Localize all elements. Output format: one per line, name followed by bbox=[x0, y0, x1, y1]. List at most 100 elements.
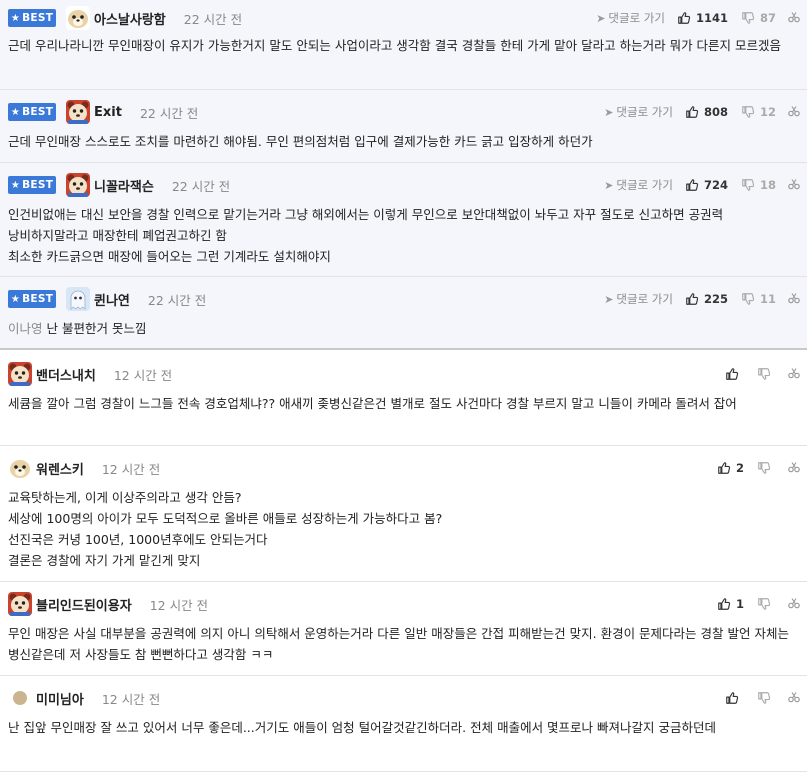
upvote-button[interactable] bbox=[725, 691, 744, 705]
avatar[interactable] bbox=[66, 6, 90, 30]
star-icon: ★ bbox=[10, 179, 21, 191]
reply-arrow-icon: ➤ bbox=[604, 178, 614, 192]
timestamp: 22 시간 전 bbox=[183, 11, 243, 27]
avatar[interactable] bbox=[8, 456, 32, 480]
nickname[interactable]: 밴더스내치 bbox=[36, 365, 96, 384]
comment-header: ★ BEST 아스날사랑함 22 시간 전 ➤ 댓글로 가기 1141 87 bbox=[8, 6, 800, 30]
best-comment: ★ BEST 퀸나연 22 시간 전 ➤ 댓글로 가기 225 11 이나영 난 불편… bbox=[0, 277, 807, 350]
avatar[interactable] bbox=[8, 686, 32, 710]
comment-header: ★ BEST Exit 22 시간 전 ➤ 댓글로 가기 808 12 bbox=[8, 100, 800, 124]
nickname[interactable]: 니꼴라잭슨 bbox=[94, 176, 154, 195]
upvote-button[interactable] bbox=[725, 367, 744, 381]
nickname[interactable]: 블리인드된이용자 bbox=[36, 595, 132, 614]
comment-text-line: 무인 매장은 사실 대부분을 공권력에 의지 아니 의탁해서 운영하는거라 다른… bbox=[8, 626, 789, 662]
best-badge: ★ BEST bbox=[8, 176, 56, 194]
reply-arrow-icon: ➤ bbox=[604, 292, 614, 306]
downvote-button[interactable] bbox=[757, 597, 776, 611]
downvote-button[interactable]: 11 bbox=[741, 292, 776, 306]
go-to-reply-button[interactable]: ➤ 댓글로 가기 bbox=[604, 291, 673, 307]
report-icon[interactable] bbox=[788, 597, 800, 612]
comment-text-line: 인건비없애는 대신 보안을 경찰 인력으로 맡기는거라 그냥 해외에서는 이렇게… bbox=[8, 207, 724, 243]
comment-body: 근데 무인매장 스스로도 조치를 마련하긴 해야됨. 무인 편의점처럼 입구에 … bbox=[8, 131, 800, 152]
downvote-button[interactable] bbox=[757, 691, 776, 705]
comment-actions bbox=[725, 688, 800, 708]
comment-list: ★ BEST 아스날사랑함 22 시간 전 ➤ 댓글로 가기 1141 87 근데 … bbox=[0, 0, 807, 772]
timestamp: 12 시간 전 bbox=[113, 367, 173, 383]
timestamp: 12 시간 전 bbox=[149, 597, 209, 613]
comment-text-line: 근데 우리나라니깐 무인매장이 유지가 가능한거지 말도 안되는 사업이라고 생… bbox=[8, 38, 782, 53]
best-comment: ★ BEST Exit 22 시간 전 ➤ 댓글로 가기 808 12 근데 무인매… bbox=[0, 90, 807, 163]
mention-tag[interactable]: 이나영 bbox=[8, 321, 43, 336]
comment-body: 이나영 난 불편한거 못느낌 bbox=[8, 318, 800, 339]
downvote-button[interactable]: 87 bbox=[741, 11, 776, 25]
comment-body: 교육탓하는게, 이게 이상주의라고 생각 안듬? 세상에 100명의 아이가 모두… bbox=[8, 487, 800, 571]
downvote-count: 11 bbox=[759, 292, 776, 306]
upvote-button[interactable]: 2 bbox=[717, 461, 744, 475]
best-comment: ★ BEST 니꼴라잭슨 22 시간 전 ➤ 댓글로 가기 724 18 인건비없애… bbox=[0, 163, 807, 277]
timestamp: 12 시간 전 bbox=[101, 691, 161, 707]
timestamp: 22 시간 전 bbox=[171, 178, 231, 194]
downvote-button[interactable] bbox=[757, 461, 776, 475]
go-to-reply-button[interactable]: ➤ 댓글로 가기 bbox=[596, 10, 665, 26]
report-icon[interactable] bbox=[788, 691, 800, 706]
comment-text-line: 최소한 카드긁으면 매장에 들어오는 그런 기계라도 설치해야지 bbox=[8, 249, 331, 264]
upvote-count: 808 bbox=[703, 105, 728, 119]
downvote-count: 12 bbox=[759, 105, 776, 119]
avatar[interactable] bbox=[8, 592, 32, 616]
upvote-button[interactable]: 724 bbox=[685, 178, 728, 192]
comment-actions: ➤ 댓글로 가기 808 12 bbox=[604, 102, 800, 122]
upvote-button[interactable]: 225 bbox=[685, 292, 728, 306]
report-icon[interactable] bbox=[788, 367, 800, 382]
avatar[interactable] bbox=[66, 173, 90, 197]
best-badge: ★ BEST bbox=[8, 290, 56, 308]
comment-body: 난 집앞 무인매장 잘 쓰고 있어서 너무 좋은데...거기도 애들이 엄청 털… bbox=[8, 717, 800, 738]
comment-body: 근데 우리나라니깐 무인매장이 유지가 가능한거지 말도 안되는 사업이라고 생… bbox=[8, 35, 800, 56]
upvote-count: 2 bbox=[735, 461, 744, 475]
nickname[interactable]: 미미님아 bbox=[36, 689, 84, 708]
nickname[interactable]: Exit bbox=[94, 105, 122, 120]
nickname[interactable]: 워렌스키 bbox=[36, 459, 84, 478]
avatar[interactable] bbox=[8, 362, 32, 386]
comment-text-line: 결론은 경찰에 자기 가게 맡긴게 맞지 bbox=[8, 553, 201, 568]
comment-actions: ➤ 댓글로 가기 225 11 bbox=[604, 289, 800, 309]
comment-text-line: 이나영 난 불편한거 못느낌 bbox=[8, 321, 147, 336]
upvote-button[interactable]: 808 bbox=[685, 105, 728, 119]
timestamp: 22 시간 전 bbox=[139, 105, 199, 121]
comment-actions bbox=[725, 364, 800, 384]
avatar[interactable] bbox=[66, 100, 90, 124]
go-to-reply-button[interactable]: ➤ 댓글로 가기 bbox=[604, 104, 673, 120]
comment-header: 블리인드된이용자 12 시간 전 1 bbox=[8, 592, 800, 616]
comment-body: 인건비없애는 대신 보안을 경찰 인력으로 맡기는거라 그냥 해외에서는 이렇게… bbox=[8, 204, 800, 267]
report-icon[interactable] bbox=[788, 292, 800, 307]
downvote-button[interactable] bbox=[757, 367, 776, 381]
star-icon: ★ bbox=[10, 12, 21, 24]
report-icon[interactable] bbox=[788, 105, 800, 120]
report-icon[interactable] bbox=[788, 11, 800, 26]
comment-text-line: 선진국은 커녕 100년, 1000년후에도 안되는거다 bbox=[8, 532, 268, 547]
comment-body: 무인 매장은 사실 대부분을 공권력에 의지 아니 의탁해서 운영하는거라 다른… bbox=[8, 623, 800, 665]
comment-actions: 1 bbox=[717, 594, 800, 614]
timestamp: 22 시간 전 bbox=[147, 292, 207, 308]
nickname[interactable]: 퀸나연 bbox=[94, 290, 130, 309]
comment: 밴더스내치 12 시간 전 세큠을 깔아 그럼 경찰이 느그들 전속 경호업체냐… bbox=[0, 350, 807, 446]
upvote-button[interactable]: 1 bbox=[717, 597, 744, 611]
upvote-count: 225 bbox=[703, 292, 728, 306]
comment-header: 미미님아 12 시간 전 bbox=[8, 686, 800, 710]
comment-text-line: 세상에 100명의 아이가 모두 도덕적으로 올바른 애들로 성장하는게 가능하… bbox=[8, 511, 443, 526]
reply-arrow-icon: ➤ bbox=[604, 105, 614, 119]
upvote-count: 1141 bbox=[695, 11, 728, 25]
avatar[interactable] bbox=[66, 287, 90, 311]
upvote-count: 1 bbox=[735, 597, 744, 611]
comment-header: 밴더스내치 12 시간 전 bbox=[8, 362, 800, 386]
report-icon[interactable] bbox=[788, 178, 800, 193]
downvote-button[interactable]: 12 bbox=[741, 105, 776, 119]
report-icon[interactable] bbox=[788, 461, 800, 476]
downvote-button[interactable]: 18 bbox=[741, 178, 776, 192]
comment-text-line: 세큠을 깔아 그럼 경찰이 느그들 전속 경호업체냐?? 애새끼 좆병신같은건 … bbox=[8, 396, 737, 411]
star-icon: ★ bbox=[10, 106, 21, 118]
upvote-button[interactable]: 1141 bbox=[677, 11, 728, 25]
best-badge: ★ BEST bbox=[8, 9, 56, 27]
nickname[interactable]: 아스날사랑함 bbox=[94, 9, 166, 28]
go-to-reply-button[interactable]: ➤ 댓글로 가기 bbox=[604, 177, 673, 193]
upvote-count: 724 bbox=[703, 178, 728, 192]
